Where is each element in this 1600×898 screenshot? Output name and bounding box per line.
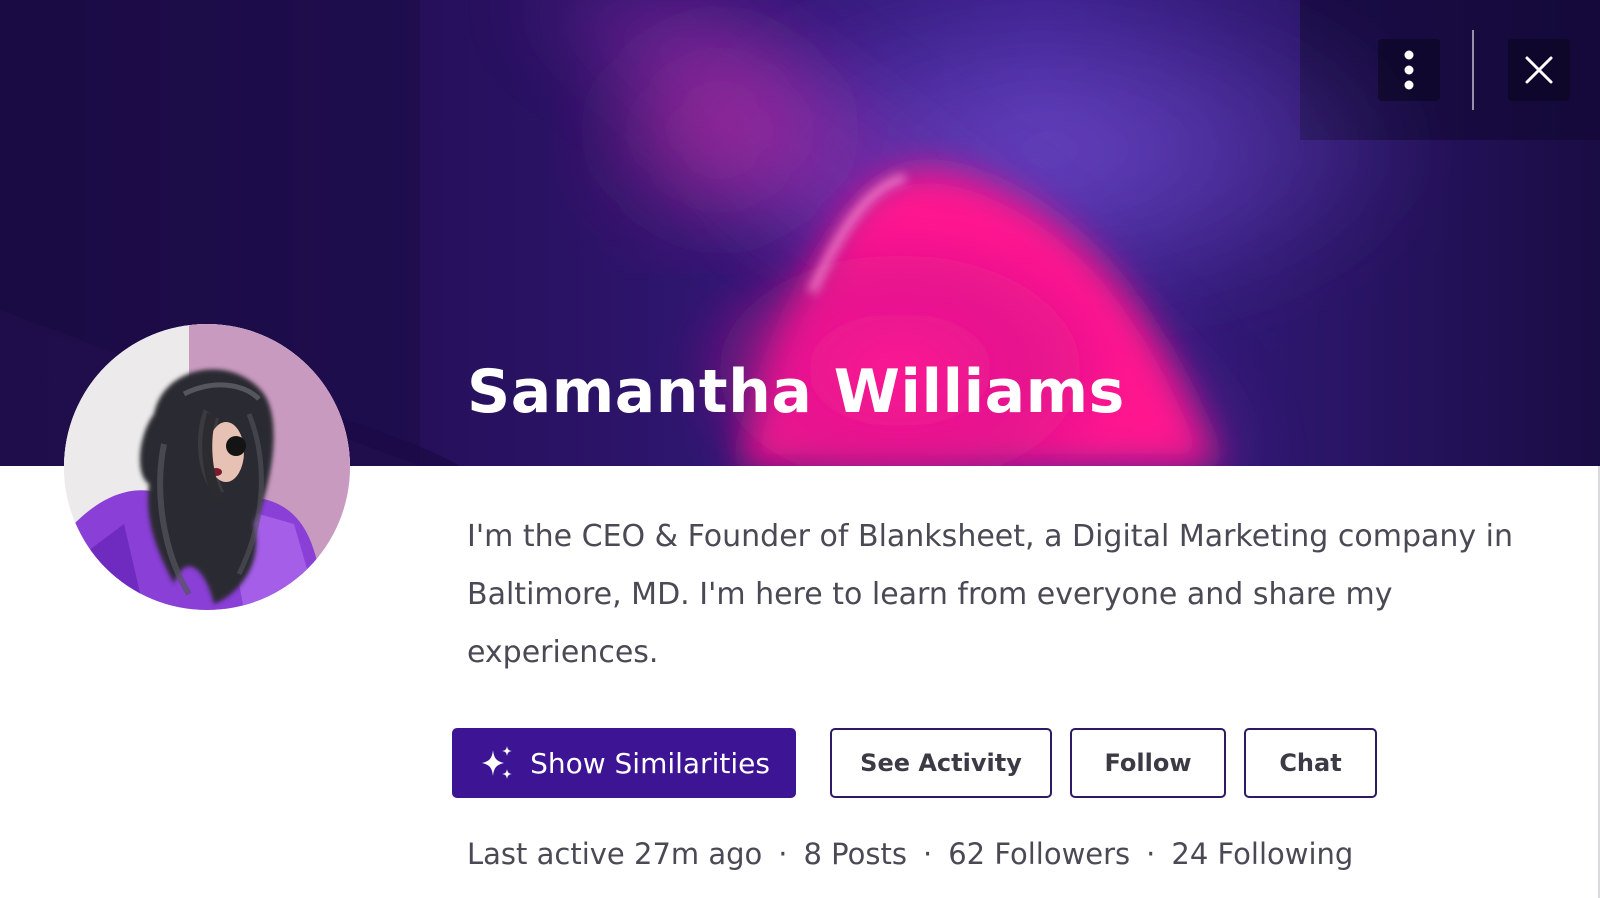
- see-activity-button[interactable]: See Activity: [830, 728, 1052, 798]
- vertical-dots-icon: [1404, 50, 1414, 90]
- profile-bio: I'm the CEO & Founder of Blanksheet, a D…: [467, 519, 1514, 670]
- posts-count[interactable]: 8 Posts: [804, 832, 907, 876]
- follow-button[interactable]: Follow: [1070, 728, 1226, 798]
- last-active-text: Last active 27m ago: [467, 837, 763, 871]
- profile-avatar: [64, 324, 350, 610]
- profile-stats: Last active 27m ago · 8 Posts · 62 Follo…: [467, 832, 1353, 876]
- banner-top-controls: [1378, 30, 1570, 110]
- follow-label: Follow: [1104, 749, 1192, 777]
- profile-actions: Show Similarities See Activity Follow Ch…: [452, 728, 1395, 798]
- stat-separator: ·: [778, 837, 788, 871]
- stat-separator: ·: [922, 837, 933, 871]
- profile-card: Samantha Williams I'm the CEO & Founder …: [0, 0, 1600, 898]
- more-options-button[interactable]: [1378, 39, 1440, 101]
- show-similarities-button[interactable]: Show Similarities: [452, 728, 796, 798]
- followers-count[interactable]: 62 Followers: [948, 832, 1130, 876]
- close-icon: [1525, 56, 1553, 84]
- chat-label: Chat: [1279, 749, 1342, 777]
- controls-divider: [1472, 30, 1474, 110]
- profile-name: Samantha Williams: [467, 357, 1125, 427]
- see-activity-label: See Activity: [860, 749, 1022, 777]
- show-similarities-label: Show Similarities: [530, 746, 770, 780]
- following-count[interactable]: 24 Following: [1171, 832, 1353, 876]
- sparkle-icon: [478, 744, 516, 782]
- close-button[interactable]: [1508, 39, 1570, 101]
- avatar-photo: [64, 324, 350, 610]
- stat-separator: ·: [1146, 837, 1156, 871]
- chat-button[interactable]: Chat: [1244, 728, 1377, 798]
